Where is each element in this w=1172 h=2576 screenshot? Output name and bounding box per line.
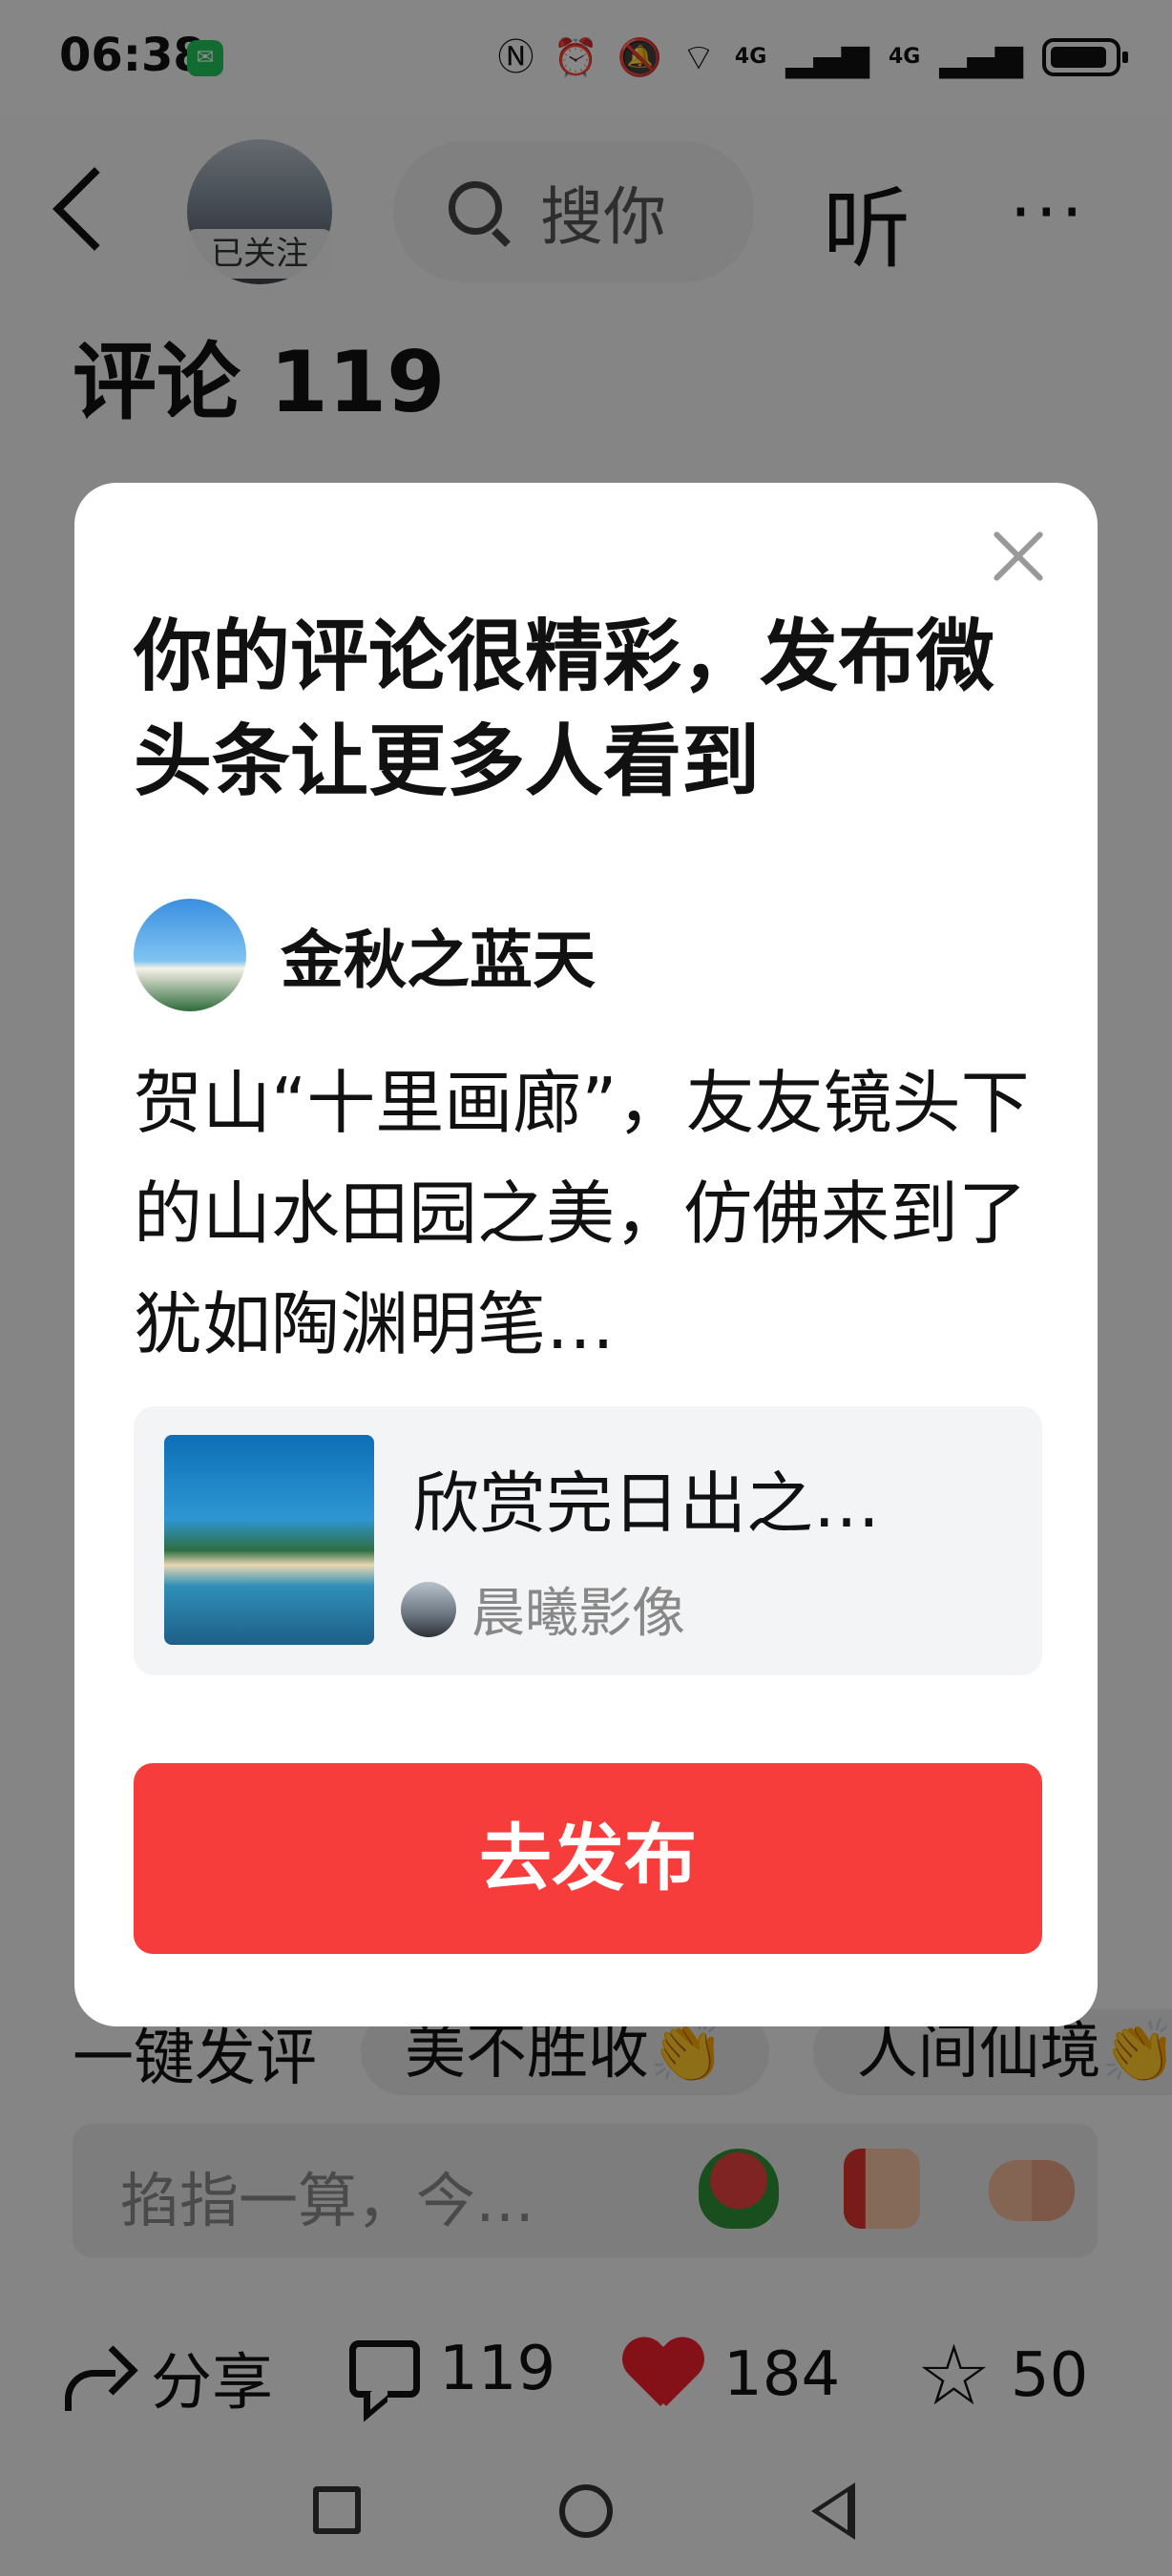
close-icon[interactable] xyxy=(991,529,1046,584)
article-author-avatar xyxy=(401,1581,456,1637)
comment-preview-text: 贺山“十里画廊”，友友镜头下的山水田园之美，仿佛来到了犹如陶渊明笔… xyxy=(134,1063,1030,1364)
publish-button[interactable]: 去发布 xyxy=(134,1763,1042,1954)
article-title: 欣赏完日出之… xyxy=(412,1465,880,1543)
publish-dialog: 你的评论很精彩，发布微头条让更多人看到 金秋之蓝天 贺山“十里画廊”，友友镜头下… xyxy=(74,483,1098,2026)
article-author-name: 晨曦影像 xyxy=(471,1583,685,1645)
article-author: 晨曦影像 xyxy=(401,1570,685,1648)
user-avatar xyxy=(134,899,246,1011)
article-card[interactable]: 欣赏完日出之… 晨曦影像 xyxy=(134,1406,1042,1675)
dialog-title: 你的评论很精彩，发布微头条让更多人看到 xyxy=(134,612,995,807)
user-name: 金秋之蓝天 xyxy=(281,924,596,997)
user-row: 金秋之蓝天 xyxy=(134,899,596,1011)
article-thumbnail xyxy=(164,1435,374,1645)
